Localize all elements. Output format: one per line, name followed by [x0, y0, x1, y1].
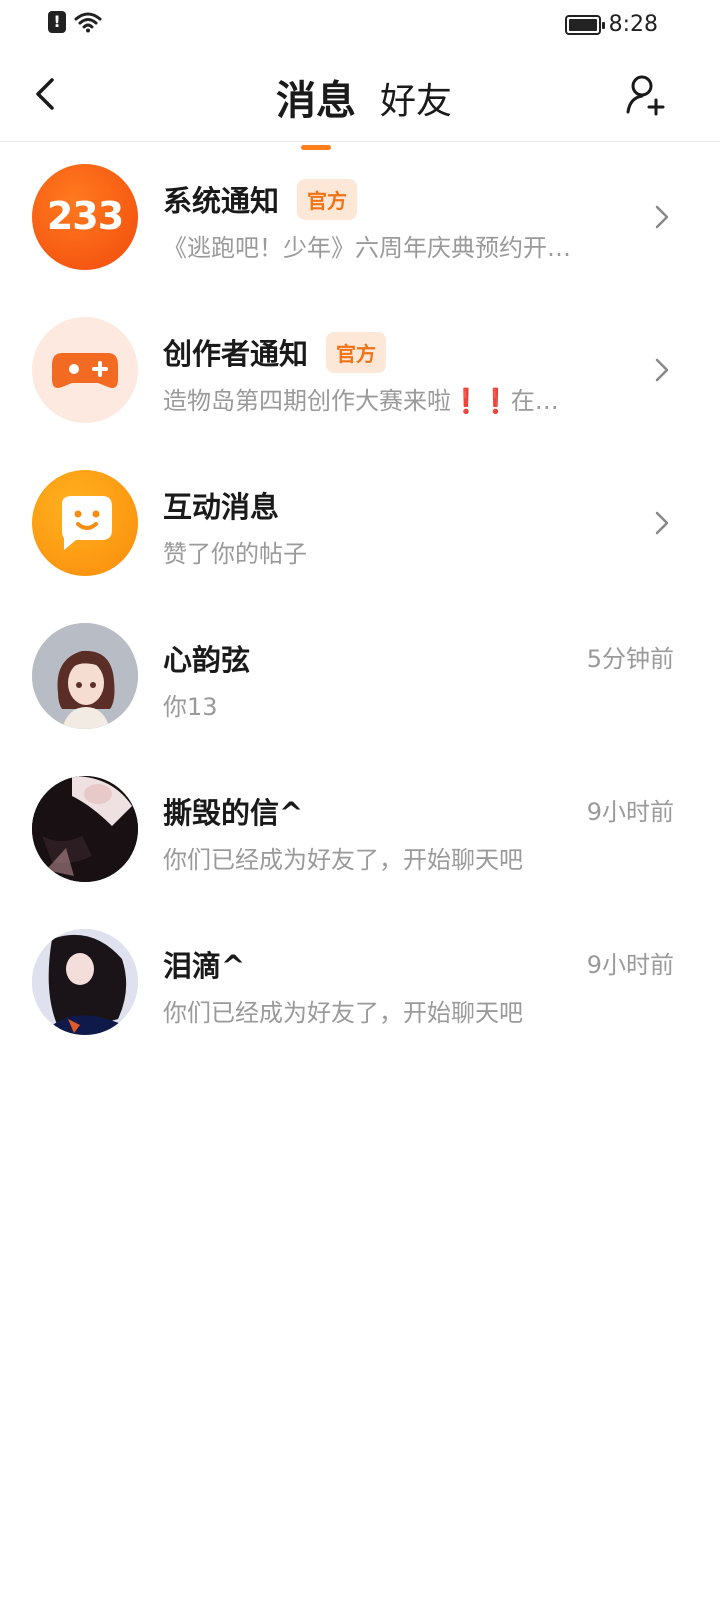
timestamp: 5分钟前	[586, 645, 674, 673]
chevron-right-icon	[655, 205, 669, 229]
item-preview: 赞了你的帖子	[163, 540, 307, 568]
timestamp: 9小时前	[586, 951, 674, 979]
exclamation-emoji: ❗❗	[451, 387, 511, 415]
system-notice-avatar: 233	[32, 164, 138, 270]
list-item-system-notice[interactable]: 233 系统通知 官方 《逃跑吧！少年》六周年庆典预约开…	[0, 142, 720, 295]
header: 消息 好友	[0, 50, 720, 150]
item-title: 泪滴^	[163, 949, 246, 983]
item-preview: 你们已经成为好友了，开始聊天吧	[163, 999, 523, 1027]
avatar	[32, 623, 138, 729]
item-preview: 造物岛第四期创作大赛来啦❗❗在…	[163, 381, 623, 416]
interaction-avatar	[32, 470, 138, 576]
battery-icon	[564, 14, 605, 35]
tab-bar: 消息 好友	[0, 68, 720, 150]
item-preview: 你13	[163, 693, 218, 721]
list-item-chat[interactable]: 泪滴^ 9小时前 你们已经成为好友了，开始聊天吧	[0, 907, 720, 1060]
item-preview-text: 造物岛第四期创作大赛来啦	[163, 387, 451, 415]
item-preview: 《逃跑吧！少年》六周年庆典预约开…	[163, 234, 571, 262]
list-item-chat[interactable]: 心韵弦 5分钟前 你13	[0, 601, 720, 754]
item-preview-tail: 在…	[510, 387, 559, 415]
alert-icon: !	[48, 11, 66, 33]
timestamp: 9小时前	[586, 798, 674, 826]
tab-messages-label: 消息	[275, 78, 356, 124]
item-preview: 你们已经成为好友了，开始聊天吧	[163, 846, 523, 874]
list-item-chat[interactable]: 撕毁的信^ 9小时前 你们已经成为好友了，开始聊天吧	[0, 754, 720, 907]
wifi-icon	[74, 12, 102, 33]
list-item-interaction[interactable]: 互动消息 赞了你的帖子	[0, 448, 720, 601]
official-badge: 官方	[297, 178, 358, 220]
chevron-right-icon	[655, 511, 669, 535]
tab-messages[interactable]: 消息	[275, 68, 356, 150]
add-friend-icon[interactable]	[622, 70, 670, 118]
chat-bubble-face-icon	[62, 496, 112, 550]
item-title: 系统通知	[163, 184, 280, 218]
status-time: 8:28	[608, 12, 658, 37]
item-title: 互动消息	[163, 490, 280, 524]
gamepad-icon	[52, 353, 118, 388]
tab-friends[interactable]: 好友	[380, 72, 452, 126]
item-title: 心韵弦	[163, 643, 251, 677]
chevron-right-icon	[655, 358, 669, 382]
creator-notice-avatar	[32, 317, 138, 423]
status-bar: ! 8:28	[0, 0, 720, 50]
official-badge: 官方	[326, 331, 387, 373]
list-item-creator-notice[interactable]: 创作者通知 官方 造物岛第四期创作大赛来啦❗❗在…	[0, 295, 720, 448]
item-title: 撕毁的信^	[163, 796, 304, 830]
item-title: 创作者通知	[163, 337, 309, 371]
avatar-233-text: 233	[46, 194, 124, 238]
dark-photo-avatar	[32, 776, 138, 882]
anime-girl-dark-avatar	[32, 929, 138, 1035]
message-list: 233 系统通知 官方 《逃跑吧！少年》六周年庆典预约开… 创作者通知 官方 造…	[0, 142, 720, 1060]
avatar	[32, 776, 138, 882]
anime-girl-avatar	[32, 623, 138, 729]
avatar	[32, 929, 138, 1035]
